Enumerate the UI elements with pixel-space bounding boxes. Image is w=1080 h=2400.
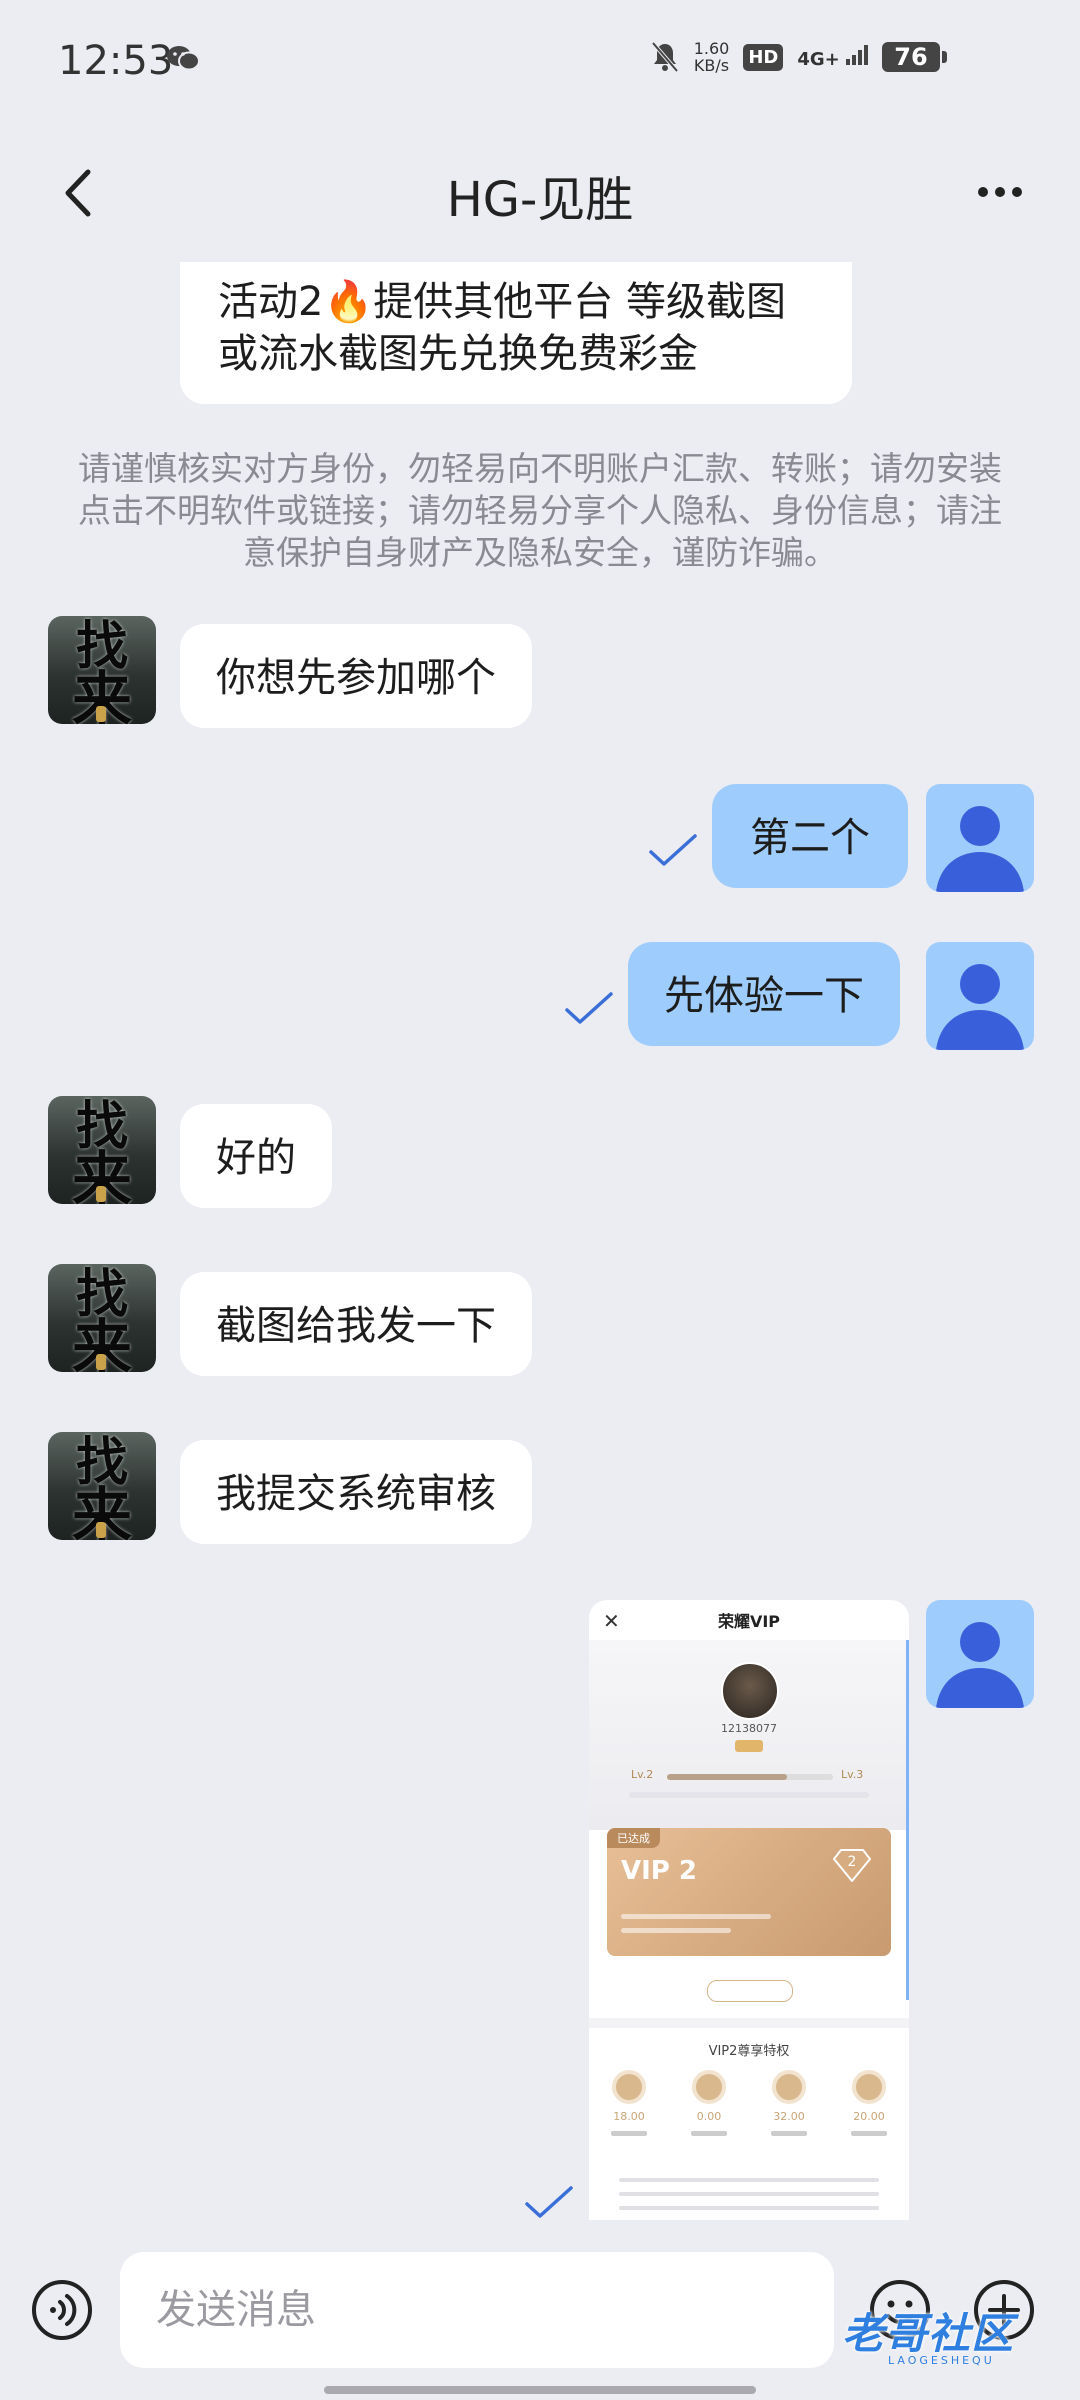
net-speed: 1.60 KB/s: [694, 40, 730, 74]
image-gem-number: 2: [847, 1854, 857, 1870]
chat-title: HG-见胜: [446, 172, 634, 228]
network-type: 4G+: [797, 44, 868, 70]
safety-notice: 请谨慎核实对方身份，勿轻易向不明账户汇款、转账；请勿安装点击不明软件或链接；请勿…: [78, 449, 1002, 572]
watermark-subtext: LAOGESHEQU: [888, 2354, 995, 2367]
image-perk: 0.00: [683, 2070, 735, 2136]
contact-avatar[interactable]: 找 来: [48, 1432, 156, 1540]
image-perk: 18.00: [603, 2070, 655, 2136]
read-check-icon: [565, 992, 613, 1024]
watermark-logo: 老哥社区: [842, 2309, 1015, 2358]
image-profile-section: 12138077 Lv.2 Lv.3: [589, 1640, 909, 1830]
contact-avatar[interactable]: 找 来: [48, 1096, 156, 1204]
image-header-title: 荣耀VIP: [717, 1612, 781, 1631]
close-icon: ✕: [603, 1609, 620, 1633]
image-vip-tag: [735, 1740, 763, 1752]
home-indicator[interactable]: [324, 2386, 756, 2394]
my-avatar[interactable]: [926, 784, 1034, 892]
my-avatar[interactable]: [926, 1600, 1034, 1708]
network-label: 4G+: [797, 48, 840, 70]
image-scroll-edge: [906, 1640, 909, 2000]
gift-icon: [772, 2070, 806, 2104]
message-bubble-incoming[interactable]: 我提交系统审核: [180, 1440, 532, 1544]
image-perk: 20.00: [843, 2070, 895, 2136]
gift-icon: [612, 2070, 646, 2104]
message-bubble-incoming[interactable]: 你想先参加哪个: [180, 624, 532, 728]
read-check-icon: [525, 2186, 573, 2218]
message-bubble-incoming[interactable]: 好的: [180, 1104, 332, 1208]
image-fine-text: [621, 1914, 771, 1919]
wechat-notification-icon: [167, 46, 200, 71]
image-fine-text: [619, 2206, 879, 2210]
image-perk-value: 0.00: [696, 2110, 722, 2123]
contact-avatar[interactable]: 找 来: [48, 1264, 156, 1372]
image-fine-text: [629, 1792, 869, 1798]
read-check-icon: [649, 834, 697, 866]
status-icons: 1.60 KB/s HD 4G+ 76: [650, 40, 947, 74]
image-perk-value: 20.00: [853, 2110, 885, 2123]
image-perk: 32.00: [763, 2070, 815, 2136]
avatar-figure: [96, 1186, 106, 1202]
person-icon: [936, 806, 1024, 892]
person-icon: [936, 1622, 1024, 1708]
message-bubble-outgoing[interactable]: 第二个: [712, 784, 908, 888]
avatar-figure: [96, 1354, 106, 1370]
image-perk-value: 32.00: [773, 2110, 805, 2123]
avatar-figure: [96, 1522, 106, 1538]
status-time: 12:53: [58, 38, 174, 84]
message-bubble-incoming[interactable]: 活动2🔥提供其他平台 等级截图或流水截图先兑换免费彩金: [180, 262, 852, 404]
image-vip-label: VIP 2: [621, 1856, 697, 1886]
net-speed-value: 1.60: [693, 39, 730, 58]
net-speed-unit: KB/s: [693, 56, 730, 75]
gift-icon: [852, 2070, 886, 2104]
image-fine-text: [621, 1928, 731, 1933]
image-level-progress: [667, 1774, 833, 1780]
more-options-icon[interactable]: [976, 180, 1024, 204]
image-user-id: 12138077: [721, 1722, 777, 1735]
gift-icon: [692, 2070, 726, 2104]
person-icon: [936, 964, 1024, 1050]
image-perk-value: 18.00: [613, 2110, 645, 2123]
image-level-to: Lv.3: [841, 1768, 864, 1781]
my-avatar[interactable]: [926, 942, 1034, 1050]
message-bubble-outgoing[interactable]: 先体验一下: [628, 942, 900, 1046]
image-fine-text: [619, 2192, 879, 2196]
mute-bell-icon: [651, 41, 679, 73]
image-achieved-tag: 已达成: [607, 1828, 660, 1848]
image-header: ✕ 荣耀VIP: [589, 1600, 909, 1640]
image-perk-icons: 18.00 0.00 32.00 20.00: [603, 2070, 895, 2136]
image-perks-title: VIP2尊享特权: [708, 2044, 790, 2059]
image-profile-photo: [721, 1662, 779, 1720]
battery-indicator: 76: [882, 42, 947, 72]
contact-avatar[interactable]: 找 来: [48, 616, 156, 724]
image-details-button: [707, 1980, 793, 2002]
image-message[interactable]: ✕ 荣耀VIP 12138077 Lv.2 Lv.3 已达成 VIP 2 2 V…: [589, 1600, 909, 2220]
image-fine-text: [619, 2178, 879, 2182]
image-level-from: Lv.2: [631, 1768, 654, 1781]
avatar-figure: [96, 706, 106, 722]
signal-icon: [846, 44, 868, 65]
voice-input-icon[interactable]: [30, 2278, 94, 2342]
image-divider: [589, 2018, 909, 2028]
image-vip-card: 已达成 VIP 2 2: [607, 1828, 891, 1956]
message-bubble-incoming[interactable]: 截图给我发一下: [180, 1272, 532, 1376]
message-input[interactable]: 发送消息: [120, 2252, 834, 2368]
hd-badge: HD: [743, 43, 784, 71]
